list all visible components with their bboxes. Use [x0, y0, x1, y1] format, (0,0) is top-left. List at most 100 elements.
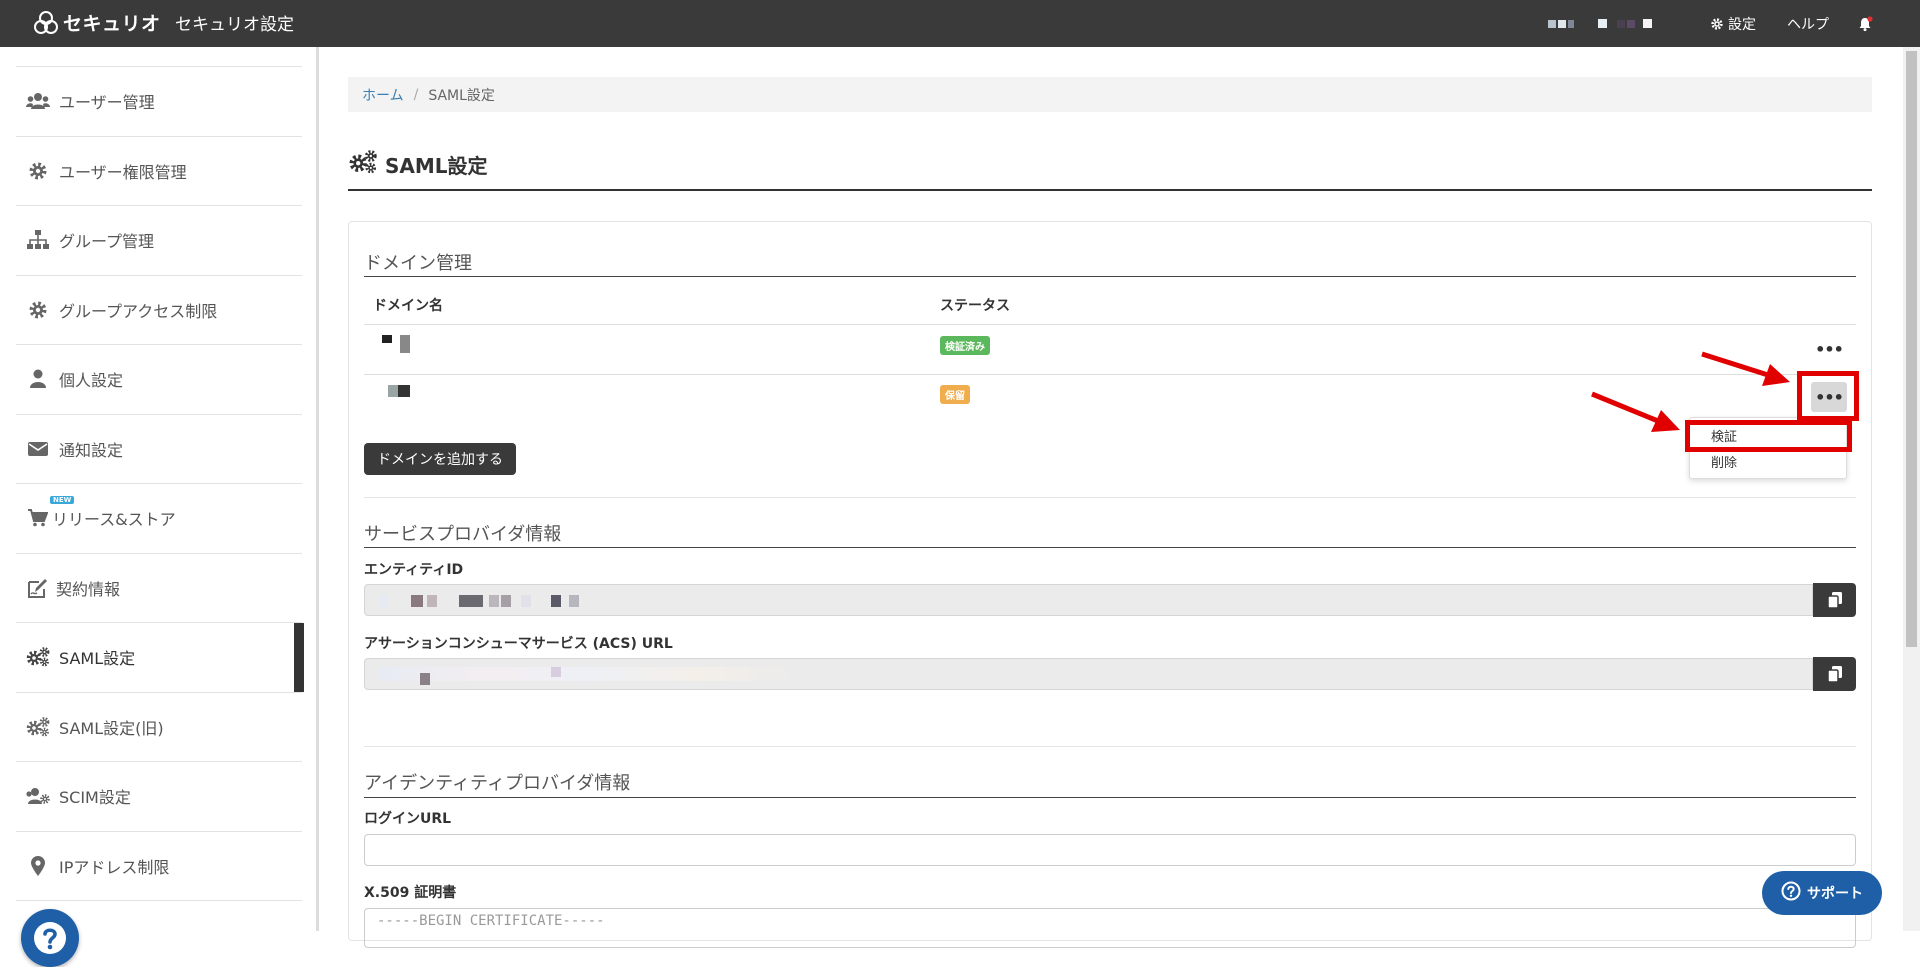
sidebar-item-label: ユーザー権限管理 — [59, 162, 187, 182]
support-button[interactable]: サポート — [1762, 871, 1882, 915]
annotation-arrow-icon — [1591, 391, 1680, 432]
redacted-domain-name — [370, 385, 450, 401]
annotation-arrow-icon — [1701, 351, 1790, 386]
header-settings-label: 設定 — [1728, 16, 1756, 33]
app-title: セキュリオ設定 — [175, 15, 294, 35]
entity-id-field[interactable] — [364, 584, 1813, 616]
sidebar-item-scim-settings[interactable]: SCIM設定 — [16, 762, 302, 832]
table-header-rule — [364, 324, 1856, 325]
login-url-label: ログインURL — [364, 811, 452, 827]
redacted-user-info — [1548, 0, 1652, 47]
gear-icon — [26, 159, 50, 183]
user-icon — [26, 367, 50, 391]
acs-url-label: アサーションコンシューマサービス (ACS) URL — [364, 636, 673, 652]
breadcrumb-current: SAML設定 — [428, 87, 495, 104]
gears-icon — [348, 150, 378, 179]
sidebar-item-user-management[interactable]: ユーザー管理 — [16, 67, 302, 137]
app-logo[interactable]: セキュリオ — [33, 9, 161, 36]
question-circle-icon — [1781, 881, 1801, 905]
sidebar-item-user-permissions[interactable]: ユーザー権限管理 — [16, 137, 302, 206]
sidebar-item-label: グループアクセス制限 — [59, 301, 218, 321]
domain-section-rule — [364, 276, 1856, 277]
sp-section-title: サービスプロバイダ情報 — [364, 524, 562, 545]
login-url-input[interactable] — [364, 834, 1856, 866]
sidebar-item-saml-settings-old[interactable]: SAML設定(旧) — [16, 693, 302, 762]
new-badge: NEW — [50, 496, 75, 504]
envelope-icon — [26, 437, 50, 461]
certificate-textarea[interactable]: -----BEGIN CERTIFICATE----- — [364, 908, 1856, 948]
sidebar-item-contract-info[interactable]: 契約情報 — [16, 554, 302, 623]
copy-entity-id-button[interactable] — [1813, 583, 1856, 617]
question-circle-icon — [34, 922, 66, 954]
redacted-domain-name — [370, 335, 450, 355]
page-scrollbar[interactable] — [1903, 47, 1920, 931]
sidebar-item-label: IPアドレス制限 — [59, 857, 170, 877]
sidebar-item-label: SAML設定 — [59, 649, 136, 669]
header-settings-link[interactable]: 設定 — [1710, 0, 1756, 47]
domain-section-title: ドメイン管理 — [364, 253, 472, 274]
add-domain-button[interactable]: ドメインを追加する — [364, 443, 516, 475]
sidebar-item-saml-settings[interactable]: SAML設定 — [16, 623, 304, 693]
saml-settings-card — [348, 221, 1872, 941]
acs-url-field[interactable] — [364, 658, 1813, 690]
sidebar-item-group-access[interactable]: グループアクセス制限 — [16, 276, 302, 345]
breadcrumb: ホーム / SAML設定 — [348, 77, 1872, 112]
gear-icon — [26, 298, 50, 322]
help-fab-button[interactable] — [21, 909, 79, 967]
logo-text: セキュリオ — [63, 13, 161, 35]
sidebar-item-release-store[interactable]: NEW リリース&ストア — [16, 484, 302, 554]
page-title-text: SAML設定 — [385, 154, 488, 178]
scrollbar-thumb[interactable] — [1906, 51, 1917, 647]
entity-id-label: エンティティID — [364, 562, 464, 578]
sidebar-menu: ユーザー管理 ユーザー権限管理 グループ管理 グループアクセス制限 個人設定 通… — [16, 66, 304, 901]
breadcrumb-home-link[interactable]: ホーム — [362, 85, 404, 105]
copy-acs-url-button[interactable] — [1813, 657, 1856, 691]
idp-section-rule — [364, 797, 1856, 798]
sidebar-item-label: SAML設定(旧) — [59, 718, 164, 738]
logo-icon — [34, 10, 58, 34]
contract-edit-icon — [26, 576, 50, 600]
sidebar-item-label: リリース&ストア — [52, 510, 176, 530]
sidebar-item-group-management[interactable]: グループ管理 — [16, 206, 302, 276]
sidebar-item-label: 個人設定 — [59, 371, 124, 391]
status-badge: 検証済み — [940, 336, 990, 355]
section-divider — [364, 497, 1856, 498]
sidebar-item-label: 契約情報 — [56, 579, 121, 599]
sidebar: ユーザー管理 ユーザー権限管理 グループ管理 グループアクセス制限 個人設定 通… — [0, 47, 319, 967]
page-title: SAML設定 — [348, 150, 488, 179]
users-gear-icon — [26, 784, 50, 808]
sp-section-rule — [364, 547, 1856, 548]
top-header: セキュリオ セキュリオ設定 設定 ヘルプ — [0, 0, 1920, 47]
notification-bell[interactable] — [1857, 0, 1873, 47]
status-badge: 保留 — [940, 385, 970, 404]
sidebar-item-ip-restriction[interactable]: IPアドレス制限 — [16, 832, 302, 901]
copy-icon — [1827, 666, 1842, 682]
certificate-label: X.509 証明書 — [364, 885, 457, 901]
annotation-highlight-verify-item — [1685, 420, 1852, 452]
cart-icon — [26, 506, 50, 530]
sidebar-item-label: グループ管理 — [59, 232, 155, 252]
header-help-label: ヘルプ — [1787, 16, 1829, 33]
users-icon — [26, 89, 50, 113]
sidebar-item-notification-settings[interactable]: 通知設定 — [16, 415, 302, 484]
idp-section-title: アイデンティティプロバイダ情報 — [364, 773, 631, 794]
row-divider — [364, 374, 1856, 375]
gear-icon — [1711, 17, 1723, 30]
sidebar-item-personal-settings[interactable]: 個人設定 — [16, 345, 302, 415]
bell-icon — [1859, 15, 1873, 31]
sitemap-icon — [26, 228, 50, 252]
menu-item-delete[interactable]: 削除 — [1711, 452, 1737, 471]
section-divider — [364, 746, 1856, 747]
sidebar-item-label: 通知設定 — [59, 440, 124, 460]
annotation-highlight-actions-button — [1797, 371, 1859, 421]
sidebar-item-label: SCIM設定 — [59, 788, 131, 808]
row-actions-button[interactable]: ••• — [1811, 334, 1847, 364]
sidebar-item-label: ユーザー管理 — [59, 93, 155, 113]
domain-name-column-header: ドメイン名 — [373, 298, 443, 314]
header-help-link[interactable]: ヘルプ — [1787, 0, 1829, 47]
status-column-header: ステータス — [940, 298, 1010, 314]
title-divider — [348, 189, 1872, 191]
gears-icon — [26, 645, 50, 669]
map-pin-icon — [26, 854, 50, 878]
breadcrumb-separator: / — [413, 86, 419, 103]
